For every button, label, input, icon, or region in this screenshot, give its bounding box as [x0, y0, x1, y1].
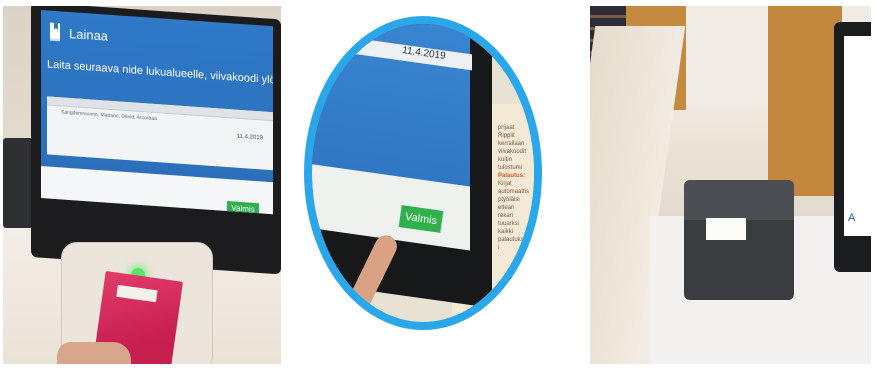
zoom-oval-content: prijaat Ripplit kerrallaan viivakoodit k…	[312, 24, 534, 322]
sign-line: kaikki	[498, 229, 514, 235]
sign-line: palautukselle i	[498, 237, 534, 251]
sign-line: rekari tuuarksi	[498, 213, 520, 227]
sign-line: prijaat	[498, 125, 515, 131]
loan-list: Sangdemnuumo, Mattano, David, Arcorttaa …	[47, 96, 273, 171]
list-header-bar	[47, 96, 273, 122]
book-barcode-label	[116, 284, 158, 303]
loan-item-date: 11.4.2019	[236, 133, 263, 142]
sign-line: ptyöläisi eltean	[498, 197, 520, 211]
printer-lid	[684, 180, 794, 220]
zoom-photo: prijaat Ripplit kerrallaan viivakoodit k…	[300, 6, 550, 364]
book-icon	[50, 22, 60, 42]
printer-left	[3, 138, 33, 228]
sign-highlight: Palautus:	[498, 173, 526, 179]
hand	[57, 342, 131, 364]
wood-cabinet-right	[768, 6, 842, 196]
sign-line: kerrallaan	[498, 141, 525, 147]
sign-line: kuitin tulostumi	[498, 157, 523, 171]
sign-line: viivakoodit	[498, 149, 527, 155]
screen-title: Lainaa	[69, 25, 109, 44]
kiosk-photo: Lainaa Laita seuraava nide lukualueelle,…	[3, 6, 281, 364]
printer-photo: A	[590, 6, 871, 364]
sign-text: prijaat Ripplit kerrallaan viivakoodit k…	[498, 124, 534, 252]
kiosk-screen-text: A	[848, 212, 856, 224]
sign-line: Kirjat automaattis	[498, 181, 530, 195]
kiosk-screen: Lainaa Laita seuraava nide lukualueelle,…	[41, 10, 273, 215]
sign-line: Ripplit	[498, 133, 515, 139]
receipt-printer	[684, 180, 794, 300]
kiosk-screen-edge	[844, 36, 871, 236]
zoom-oval-frame: prijaat Ripplit kerrallaan viivakoodit k…	[304, 16, 542, 330]
receipt-paper	[706, 218, 746, 240]
